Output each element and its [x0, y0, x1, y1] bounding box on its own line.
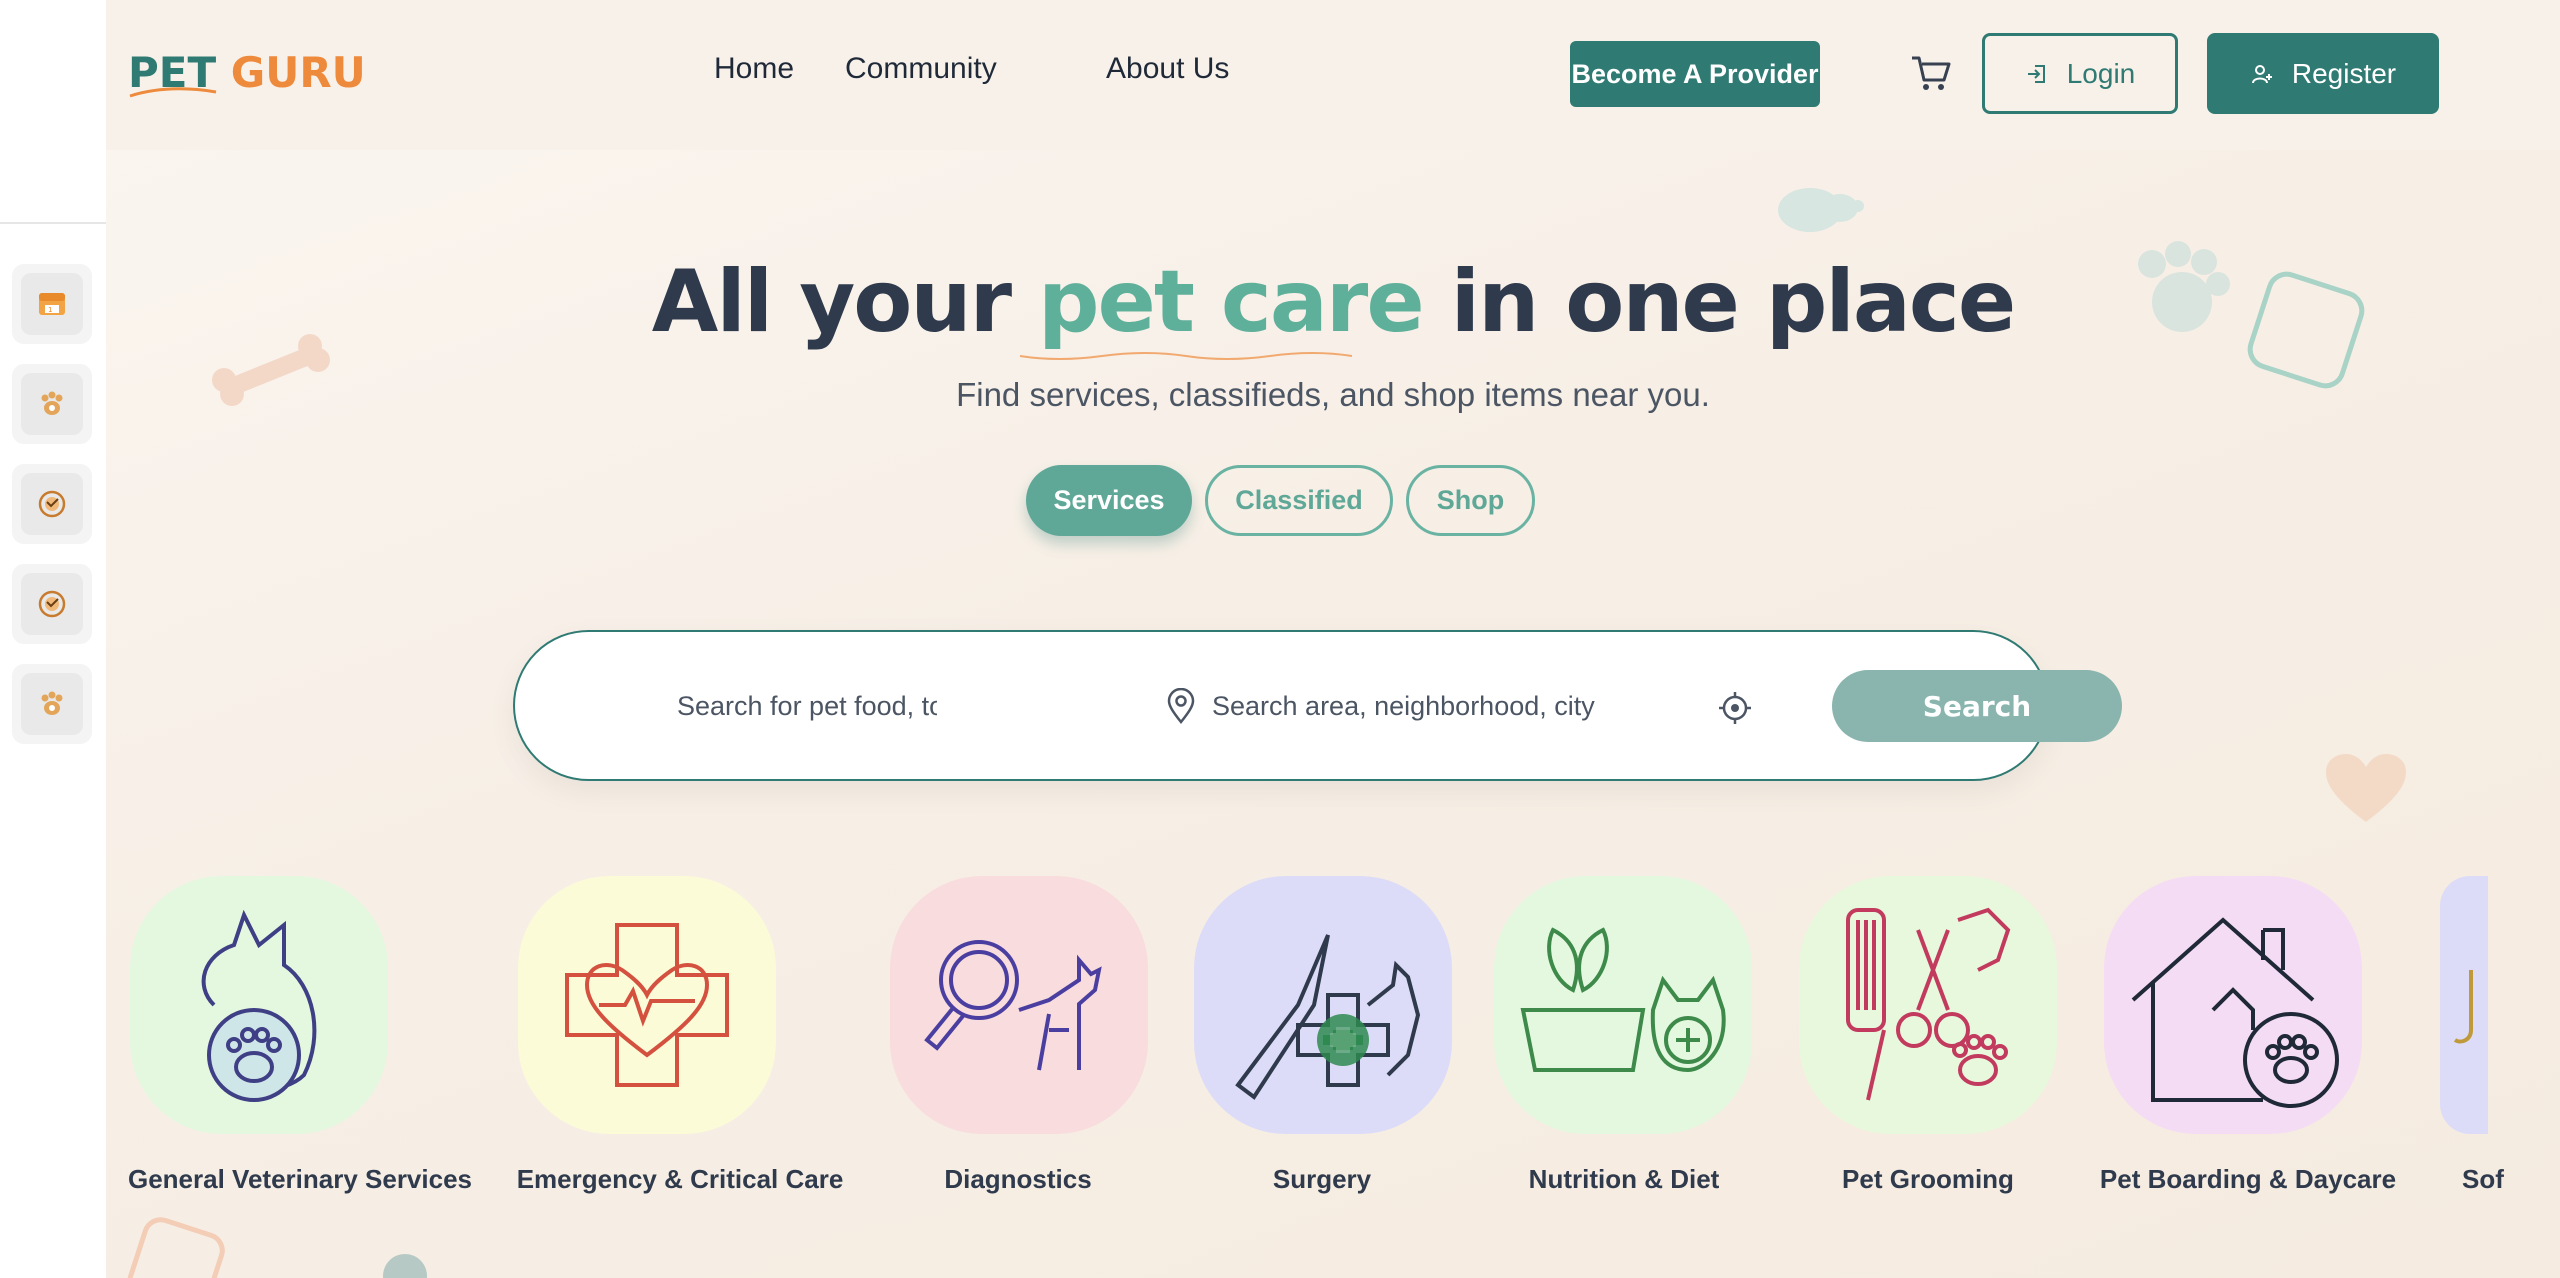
tab-shop[interactable]: Shop: [1406, 465, 1535, 536]
category-nutrition[interactable]: [1494, 876, 1752, 1134]
search-bar: Search: [513, 630, 2122, 781]
category-general-vet[interactable]: [130, 876, 388, 1134]
comb-scissors-dog-icon: [1846, 907, 2011, 1101]
hero-subtitle: Find services, classifieds, and shop ite…: [956, 376, 1710, 413]
hero-accent-underline: [1019, 352, 1353, 360]
cart-icon[interactable]: [1910, 54, 1952, 92]
login-button[interactable]: Login: [1982, 33, 2178, 114]
login-icon: [2027, 64, 2045, 83]
rail-divider: [0, 222, 106, 224]
category-label[interactable]: Sof: [2462, 1164, 2504, 1195]
cloud-decoration: [1778, 188, 1864, 232]
search-input[interactable]: [677, 684, 937, 728]
pet-badge-icon: [21, 573, 83, 635]
rail-item-paw[interactable]: [12, 364, 92, 444]
category-label[interactable]: Surgery: [1273, 1164, 1371, 1195]
locate-me-icon[interactable]: [1717, 690, 1753, 726]
category-surgery[interactable]: [1194, 876, 1452, 1134]
vet-dog-paw-icon: [201, 909, 317, 1102]
category-grooming[interactable]: [1799, 876, 2057, 1134]
hero-title-post: in one place: [1450, 252, 2017, 352]
category-label[interactable]: Pet Boarding & Daycare: [2100, 1164, 2396, 1195]
magnifier-dog-icon: [924, 940, 1102, 1071]
category-emergency[interactable]: [518, 876, 776, 1134]
food-bowl-cat-icon: [1520, 927, 1726, 1073]
nav-about-us[interactable]: About Us: [1106, 52, 1229, 86]
hero-title: All your pet care in one place: [106, 252, 2560, 352]
main-area: PET GURU Home Community About Us Become …: [106, 0, 2560, 1278]
hero-title-pre: All your: [651, 252, 1012, 352]
nav-community[interactable]: Community: [845, 52, 997, 86]
rail-item-pet-badge-2[interactable]: [12, 564, 92, 644]
house-dog-paw-icon: [2131, 917, 2339, 1108]
become-provider-button[interactable]: Become A Provider: [1570, 41, 1820, 107]
category-partial[interactable]: [2440, 876, 2488, 1134]
heart-decoration: [2326, 754, 2406, 822]
rail-item-store[interactable]: 1: [12, 264, 92, 344]
login-label: Login: [2066, 57, 2136, 89]
logo-guru-text: GURU: [230, 48, 366, 97]
category-diagnostics[interactable]: [890, 876, 1148, 1134]
register-button[interactable]: Register: [2207, 33, 2439, 114]
corner-square-decoration: [127, 1217, 225, 1278]
paw-icon: [21, 373, 83, 435]
category-label[interactable]: Emergency & Critical Care: [517, 1164, 844, 1195]
dot-decoration: [383, 1254, 427, 1278]
svg-text:1: 1: [48, 306, 52, 314]
heart-cross-dog-icon: [565, 923, 729, 1087]
category-boarding[interactable]: [2104, 876, 2362, 1134]
add-user-icon: [2251, 64, 2272, 83]
pet-badge-icon: [21, 473, 83, 535]
category-label[interactable]: Nutrition & Diet: [1529, 1164, 1720, 1195]
top-nav-bar: PET GURU Home Community About Us Become …: [106, 0, 2560, 150]
store-icon: 1: [21, 273, 83, 335]
paw-icon: [21, 673, 83, 735]
category-label[interactable]: Pet Grooming: [1842, 1164, 2014, 1195]
category-label[interactable]: Diagnostics: [944, 1164, 1091, 1195]
location-input[interactable]: [1212, 684, 1612, 728]
rail-item-pet-badge[interactable]: [12, 464, 92, 544]
location-pin-icon: [1167, 688, 1195, 724]
rail-item-paw-2[interactable]: [12, 664, 92, 744]
hero-title-accent: pet care: [1037, 252, 1425, 352]
register-label: Register: [2291, 57, 2397, 89]
left-rail: 1: [0, 0, 106, 1278]
scalpel-cross-dog-icon: [1235, 934, 1421, 1100]
tab-classified[interactable]: Classified: [1205, 465, 1393, 536]
tab-services[interactable]: Services: [1026, 465, 1192, 536]
category-label[interactable]: General Veterinary Services: [128, 1164, 472, 1195]
search-button[interactable]: Search: [1832, 670, 2122, 742]
logo-swoosh: [129, 87, 217, 98]
partial-category-icon: [2453, 970, 2473, 1044]
nav-home[interactable]: Home: [714, 52, 794, 86]
